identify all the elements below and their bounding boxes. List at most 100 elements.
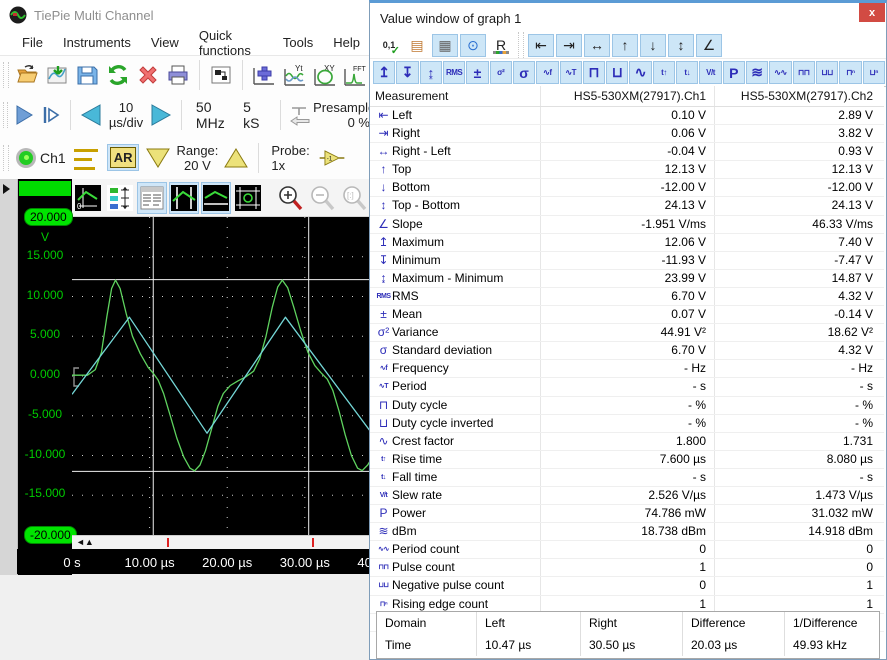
yt-graph-button[interactable]: Yt xyxy=(280,60,308,90)
axes-origin-button[interactable]: 0 xyxy=(73,182,103,214)
save-measurement-button[interactable] xyxy=(43,60,71,90)
panel-layout-button[interactable] xyxy=(207,60,235,90)
channel-lines-icon[interactable] xyxy=(74,145,98,170)
measurement-row-crest-factor[interactable]: ∿Crest factor1.8001.731 xyxy=(370,433,884,451)
timebase-decrease-button[interactable] xyxy=(78,100,104,130)
maximum-button[interactable]: ↥ xyxy=(373,61,395,84)
auto-range-button[interactable]: AR xyxy=(107,144,140,171)
left-button[interactable]: ⇤ xyxy=(528,34,554,57)
minimum-button[interactable]: ↧ xyxy=(396,61,418,84)
save-button[interactable] xyxy=(73,60,101,90)
measurement-row-slew-rate[interactable]: V/tSlew rate2.526 V/µs1.473 V/µs xyxy=(370,487,884,505)
measurement-row-slope[interactable]: ∠Slope-1.951 V/ms46.33 V/ms xyxy=(370,216,884,234)
crest-factor-button[interactable]: ∿ xyxy=(629,61,651,84)
one-shot-button[interactable] xyxy=(39,100,63,130)
slew-rate-button[interactable]: V/t xyxy=(699,61,721,84)
pulse-count-button[interactable]: ⊓⊓ xyxy=(793,61,815,84)
duty-cycle-inverted-button[interactable]: ⊔ xyxy=(606,61,628,84)
delete-button[interactable] xyxy=(134,60,162,90)
max-min-button[interactable]: ↨ xyxy=(420,61,442,84)
pin-window-button[interactable]: ⊙ xyxy=(460,34,486,57)
range-decrease-button[interactable] xyxy=(143,143,173,173)
measurement-row-rise-time[interactable]: t↑Rise time7.600 µs8.080 µs xyxy=(370,451,884,469)
menu-instruments[interactable]: Instruments xyxy=(53,31,141,54)
period-button[interactable]: ∿T xyxy=(560,61,582,84)
menu-tools[interactable]: Tools xyxy=(273,31,323,54)
probe-gain-button[interactable]: -1 xyxy=(317,143,347,173)
top-bottom-button[interactable]: ↕ xyxy=(668,34,694,57)
ruler-cursor-mark[interactable] xyxy=(167,538,169,547)
menu-view[interactable]: View xyxy=(141,31,189,54)
range-increase-button[interactable] xyxy=(221,143,251,173)
decimal-count-button[interactable]: 0,1✓ xyxy=(376,34,402,57)
measurement-row-maximum-minimum[interactable]: ↨Maximum - Minimum23.99 V14.87 V xyxy=(370,270,884,288)
measurement-row-period[interactable]: ∿TPeriod- s- s xyxy=(370,378,884,396)
print-button[interactable] xyxy=(164,60,192,90)
rms-button[interactable]: RMS xyxy=(443,61,465,84)
fall-time-button[interactable]: t↓ xyxy=(676,61,698,84)
value-table-button[interactable] xyxy=(137,182,167,214)
measurement-row-mean[interactable]: ±Mean0.07 V-0.14 V xyxy=(370,306,884,324)
oscilloscope-plot[interactable] xyxy=(72,217,370,535)
zoom-in-button[interactable] xyxy=(275,182,305,214)
timebase-increase-button[interactable] xyxy=(148,100,174,130)
measurement-row-standard-deviation[interactable]: σStandard deviation6.70 V4.32 V xyxy=(370,342,884,360)
right-button[interactable]: ⇥ xyxy=(556,34,582,57)
rise-time-button[interactable]: t↑ xyxy=(653,61,675,84)
measurement-row-right-left[interactable]: ↔Right - Left-0.04 V0.93 V xyxy=(370,143,884,161)
mean-button[interactable]: ± xyxy=(466,61,488,84)
zoom-region-button[interactable] xyxy=(233,182,263,214)
measurement-row-bottom[interactable]: ↓Bottom-12.00 V-12.00 V xyxy=(370,179,884,197)
show-source-button[interactable]: ▦ xyxy=(432,34,458,57)
menu-file[interactable]: File xyxy=(12,31,53,54)
slope-button[interactable]: ∠ xyxy=(696,34,722,57)
power-button[interactable]: P xyxy=(723,61,745,84)
domain-row-time[interactable]: Time10.47 µs30.50 µs20.03 µs49.93 kHz xyxy=(377,634,879,656)
xy-graph-button[interactable]: XY xyxy=(311,60,339,90)
rising-edge-count-button[interactable]: ⊓ⁿ xyxy=(839,61,861,84)
ruler-arrows-icon[interactable]: ◄▲ xyxy=(76,537,94,547)
negative-pulse-count-button[interactable]: ⊔⊔ xyxy=(816,61,838,84)
copy-clipboard-button[interactable]: ▤ xyxy=(404,34,430,57)
measurement-row-negative-pulse-count[interactable]: ⊔⊔Negative pulse count01 xyxy=(370,577,884,595)
graph-splitter[interactable] xyxy=(0,179,18,575)
variance-button[interactable]: σ² xyxy=(490,61,512,84)
measurement-row-duty-cycle[interactable]: ⊓Duty cycle- %- % xyxy=(370,397,884,415)
splitter-arrow-icon[interactable] xyxy=(3,184,10,194)
channel-led[interactable] xyxy=(16,148,36,168)
ruler-cursor-mark[interactable] xyxy=(312,538,314,547)
open-file-button[interactable] xyxy=(13,60,41,90)
measurement-row-dbm[interactable]: ≋dBm18.738 dBm14.918 dBm xyxy=(370,523,884,541)
frequency-button[interactable]: ∿f xyxy=(536,61,558,84)
zoom-out-button[interactable] xyxy=(307,182,337,214)
start-button[interactable] xyxy=(12,100,36,130)
measurement-row-top-bottom[interactable]: ↕Top - Bottom24.13 V24.13 V xyxy=(370,197,884,215)
measurement-row-pulse-count[interactable]: ⊓⊓Pulse count10 xyxy=(370,559,884,577)
measurement-row-left[interactable]: ⇤Left0.10 V2.89 V xyxy=(370,107,884,125)
measurement-row-minimum[interactable]: ↧Minimum-11.93 V-7.47 V xyxy=(370,252,884,270)
horizontal-cursors-button[interactable] xyxy=(201,182,231,214)
duty-cycle-button[interactable]: ⊓ xyxy=(583,61,605,84)
measurement-row-power[interactable]: PPower74.786 mW31.032 mW xyxy=(370,505,884,523)
dbm-button[interactable]: ≋ xyxy=(746,61,768,84)
trigger-button[interactable] xyxy=(288,100,312,130)
measurement-row-duty-cycle-inverted[interactable]: ⊔Duty cycle inverted- %- % xyxy=(370,415,884,433)
measurement-row-rms[interactable]: RMSRMS6.70 V4.32 V xyxy=(370,288,884,306)
resistance-button[interactable]: R xyxy=(488,34,514,57)
dialog-close-button[interactable]: x xyxy=(859,3,885,22)
falling-edge-count-button[interactable]: ⊔ⁿ xyxy=(863,61,885,84)
menu-help[interactable]: Help xyxy=(323,31,370,54)
measurement-row-fall-time[interactable]: t↓Fall time- s- s xyxy=(370,469,884,487)
vertical-cursors-button[interactable] xyxy=(169,182,199,214)
period-count-button[interactable]: ∿∿ xyxy=(769,61,791,84)
trigger-level-marker[interactable] xyxy=(74,368,79,386)
refresh-button[interactable] xyxy=(103,60,131,90)
stddev-button[interactable]: σ xyxy=(513,61,535,84)
right-left-button[interactable]: ↔ xyxy=(584,34,610,57)
bottom-button[interactable]: ↓ xyxy=(640,34,666,57)
measurement-row-maximum[interactable]: ↥Maximum12.06 V7.40 V xyxy=(370,234,884,252)
fft-graph-button[interactable]: FFT xyxy=(341,60,369,90)
measurement-row-top[interactable]: ↑Top12.13 V12.13 V xyxy=(370,161,884,179)
measurement-row-period-count[interactable]: ∿∿Period count00 xyxy=(370,541,884,559)
top-button[interactable]: ↑ xyxy=(612,34,638,57)
